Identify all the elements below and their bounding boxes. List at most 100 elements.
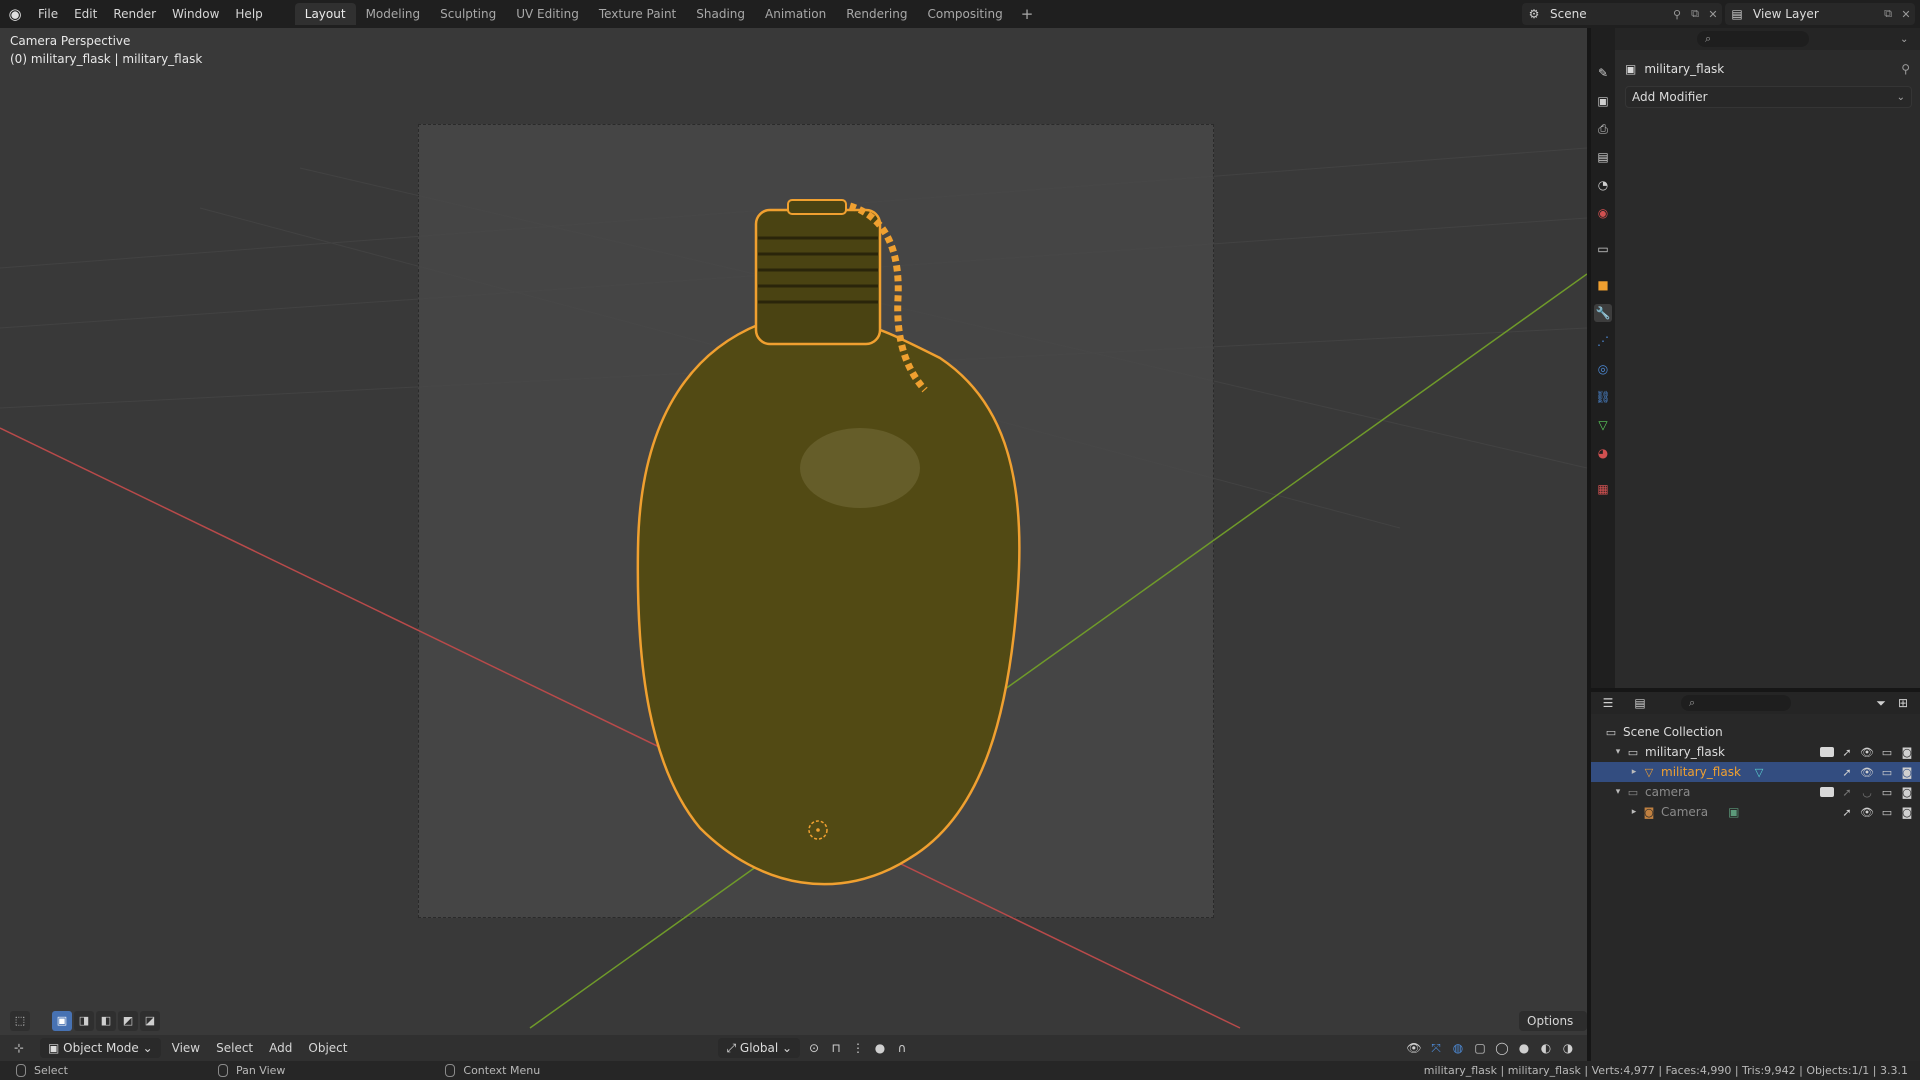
transform-orientation-dropdown[interactable]: ⤢ Global ⌄: [718, 1038, 801, 1058]
selectable-icon[interactable]: ➚: [1840, 766, 1854, 779]
tab-animation[interactable]: Animation: [755, 3, 836, 25]
eye-icon[interactable]: 👁: [1860, 806, 1874, 819]
menu-object[interactable]: Object: [300, 1041, 355, 1055]
collection-tab-icon[interactable]: ▭: [1594, 240, 1612, 258]
editor-type-icon[interactable]: ☰: [1599, 694, 1617, 712]
tab-sculpting[interactable]: Sculpting: [430, 3, 506, 25]
new-collection-icon[interactable]: ⊞: [1894, 694, 1912, 712]
render-camera-icon[interactable]: ◙: [1900, 766, 1914, 779]
outliner-row-object-camera[interactable]: ▸ ◙ Camera ▣ ➚ 👁 ▭ ◙: [1591, 802, 1920, 822]
constraints-tab-icon[interactable]: ⛓: [1594, 388, 1612, 406]
selectable-icon[interactable]: ➚: [1840, 786, 1854, 799]
physics-tab-icon[interactable]: ◎: [1594, 360, 1612, 378]
eye-icon[interactable]: 👁: [1860, 746, 1874, 759]
add-modifier-dropdown[interactable]: Add Modifier ⌄: [1625, 86, 1912, 108]
pin-icon[interactable]: ⚲: [1668, 8, 1686, 21]
outliner-search-input[interactable]: ⌕: [1681, 695, 1791, 711]
chevron-down-icon[interactable]: ⌄: [1900, 34, 1920, 45]
new-scene-icon[interactable]: ⧉: [1686, 7, 1704, 21]
options-button[interactable]: Options ⌄: [1519, 1011, 1587, 1048]
pin-icon[interactable]: ⚲: [1901, 62, 1910, 76]
editor-type-icon[interactable]: ⊹: [10, 1039, 28, 1057]
render-camera-icon[interactable]: ◙: [1900, 806, 1914, 819]
viewport-icon[interactable]: ▭: [1880, 766, 1894, 779]
menu-help[interactable]: Help: [227, 0, 270, 28]
select-tool-icon[interactable]: ⬚: [10, 1011, 30, 1031]
outliner-row-collection-camera[interactable]: ▾ ▭ camera ➚ ◡ ▭ ◙: [1591, 782, 1920, 802]
material-shading-icon[interactable]: ◐: [1537, 1039, 1555, 1057]
outliner-row-collection-military-flask[interactable]: ▾ ▭ military_flask ➚ 👁 ▭ ◙: [1591, 742, 1920, 762]
modifier-tab-icon[interactable]: 🔧: [1594, 304, 1612, 322]
gizmo-icon[interactable]: ⤧: [1427, 1039, 1445, 1057]
exclude-checkbox[interactable]: [1820, 747, 1834, 757]
render-camera-icon[interactable]: ◙: [1900, 786, 1914, 799]
close-icon[interactable]: ✕: [1897, 8, 1915, 21]
mesh-data-icon[interactable]: ▽: [1755, 766, 1763, 779]
pivot-point-icon[interactable]: ⊙: [805, 1039, 823, 1057]
tool-tab-icon[interactable]: ✎: [1594, 64, 1612, 82]
output-tab-icon[interactable]: ⎙: [1594, 120, 1612, 138]
snap-increment-icon[interactable]: ⋮: [849, 1039, 867, 1057]
menu-add[interactable]: Add: [261, 1041, 300, 1055]
data-tab-icon[interactable]: ▽: [1594, 416, 1612, 434]
menu-window[interactable]: Window: [164, 0, 227, 28]
tab-layout[interactable]: Layout: [294, 3, 356, 25]
chevron-down-icon[interactable]: ▾: [1611, 747, 1625, 757]
overlay-icon[interactable]: ◍: [1449, 1039, 1467, 1057]
select-new-icon[interactable]: ▣: [52, 1011, 72, 1031]
viewport-icon[interactable]: ▭: [1880, 746, 1894, 759]
select-invert-icon[interactable]: ◩: [118, 1011, 138, 1031]
scene-selector[interactable]: ⚙ Scene ⚲ ⧉ ✕: [1522, 3, 1722, 25]
menu-render[interactable]: Render: [105, 0, 164, 28]
menu-view[interactable]: View: [164, 1041, 208, 1055]
outliner-row-scene-collection[interactable]: ▭ Scene Collection: [1591, 722, 1920, 742]
tab-shading[interactable]: Shading: [686, 3, 755, 25]
menu-file[interactable]: File: [30, 0, 66, 28]
military-flask-object[interactable]: [636, 199, 1021, 886]
add-workspace-button[interactable]: +: [1013, 3, 1042, 25]
particles-tab-icon[interactable]: ⋰: [1594, 332, 1612, 350]
world-tab-icon[interactable]: ◉: [1594, 204, 1612, 222]
tab-rendering[interactable]: Rendering: [836, 3, 917, 25]
menu-edit[interactable]: Edit: [66, 0, 105, 28]
3d-viewport[interactable]: Camera Perspective (0) military_flask | …: [0, 28, 1587, 1063]
view-layer-selector[interactable]: ▤ View Layer ⧉ ✕: [1725, 3, 1915, 25]
rendered-shading-icon[interactable]: ◑: [1559, 1039, 1577, 1057]
chevron-right-icon[interactable]: ▸: [1627, 807, 1641, 817]
falloff-icon[interactable]: ∩: [893, 1039, 911, 1057]
select-intersect-icon[interactable]: ◪: [140, 1011, 160, 1031]
render-tab-icon[interactable]: ▣: [1594, 92, 1612, 110]
xray-icon[interactable]: ▢: [1471, 1039, 1489, 1057]
filter-icon[interactable]: ⏷: [1872, 694, 1890, 712]
outliner-row-object-military-flask[interactable]: ▸ ▽ military_flask ▽ ➚ 👁 ▭ ◙: [1591, 762, 1920, 782]
view-layer-tab-icon[interactable]: ▤: [1594, 148, 1612, 166]
proportional-edit-icon[interactable]: ●: [871, 1039, 889, 1057]
select-extend-icon[interactable]: ◨: [74, 1011, 94, 1031]
viewport-icon[interactable]: ▭: [1880, 786, 1894, 799]
object-tab-icon[interactable]: ■: [1594, 276, 1612, 294]
material-tab-icon[interactable]: ◕: [1594, 444, 1612, 462]
visibility-icon[interactable]: 👁: [1405, 1039, 1423, 1057]
eye-icon[interactable]: 👁: [1860, 766, 1874, 779]
blender-logo-icon[interactable]: ◉: [0, 0, 30, 28]
tab-uv-editing[interactable]: UV Editing: [506, 3, 589, 25]
viewport-icon[interactable]: ▭: [1880, 806, 1894, 819]
object-mode-dropdown[interactable]: ▣ Object Mode ⌄: [40, 1038, 161, 1058]
chevron-down-icon[interactable]: ▾: [1611, 787, 1625, 797]
camera-data-icon[interactable]: ▣: [1728, 805, 1739, 819]
properties-search-input[interactable]: ⌕: [1697, 31, 1809, 47]
new-view-layer-icon[interactable]: ⧉: [1879, 7, 1897, 21]
tab-texture-paint[interactable]: Texture Paint: [589, 3, 686, 25]
snap-icon[interactable]: ⊓: [827, 1039, 845, 1057]
tab-modeling[interactable]: Modeling: [356, 3, 431, 25]
eye-closed-icon[interactable]: ◡: [1860, 786, 1874, 799]
selectable-icon[interactable]: ➚: [1840, 806, 1854, 819]
chevron-right-icon[interactable]: ▸: [1627, 767, 1641, 777]
menu-select[interactable]: Select: [208, 1041, 261, 1055]
solid-shading-icon[interactable]: ●: [1515, 1039, 1533, 1057]
selectable-icon[interactable]: ➚: [1840, 746, 1854, 759]
wireframe-shading-icon[interactable]: ◯: [1493, 1039, 1511, 1057]
select-subtract-icon[interactable]: ◧: [96, 1011, 116, 1031]
tab-compositing[interactable]: Compositing: [917, 3, 1012, 25]
display-mode-icon[interactable]: ▤: [1631, 694, 1649, 712]
